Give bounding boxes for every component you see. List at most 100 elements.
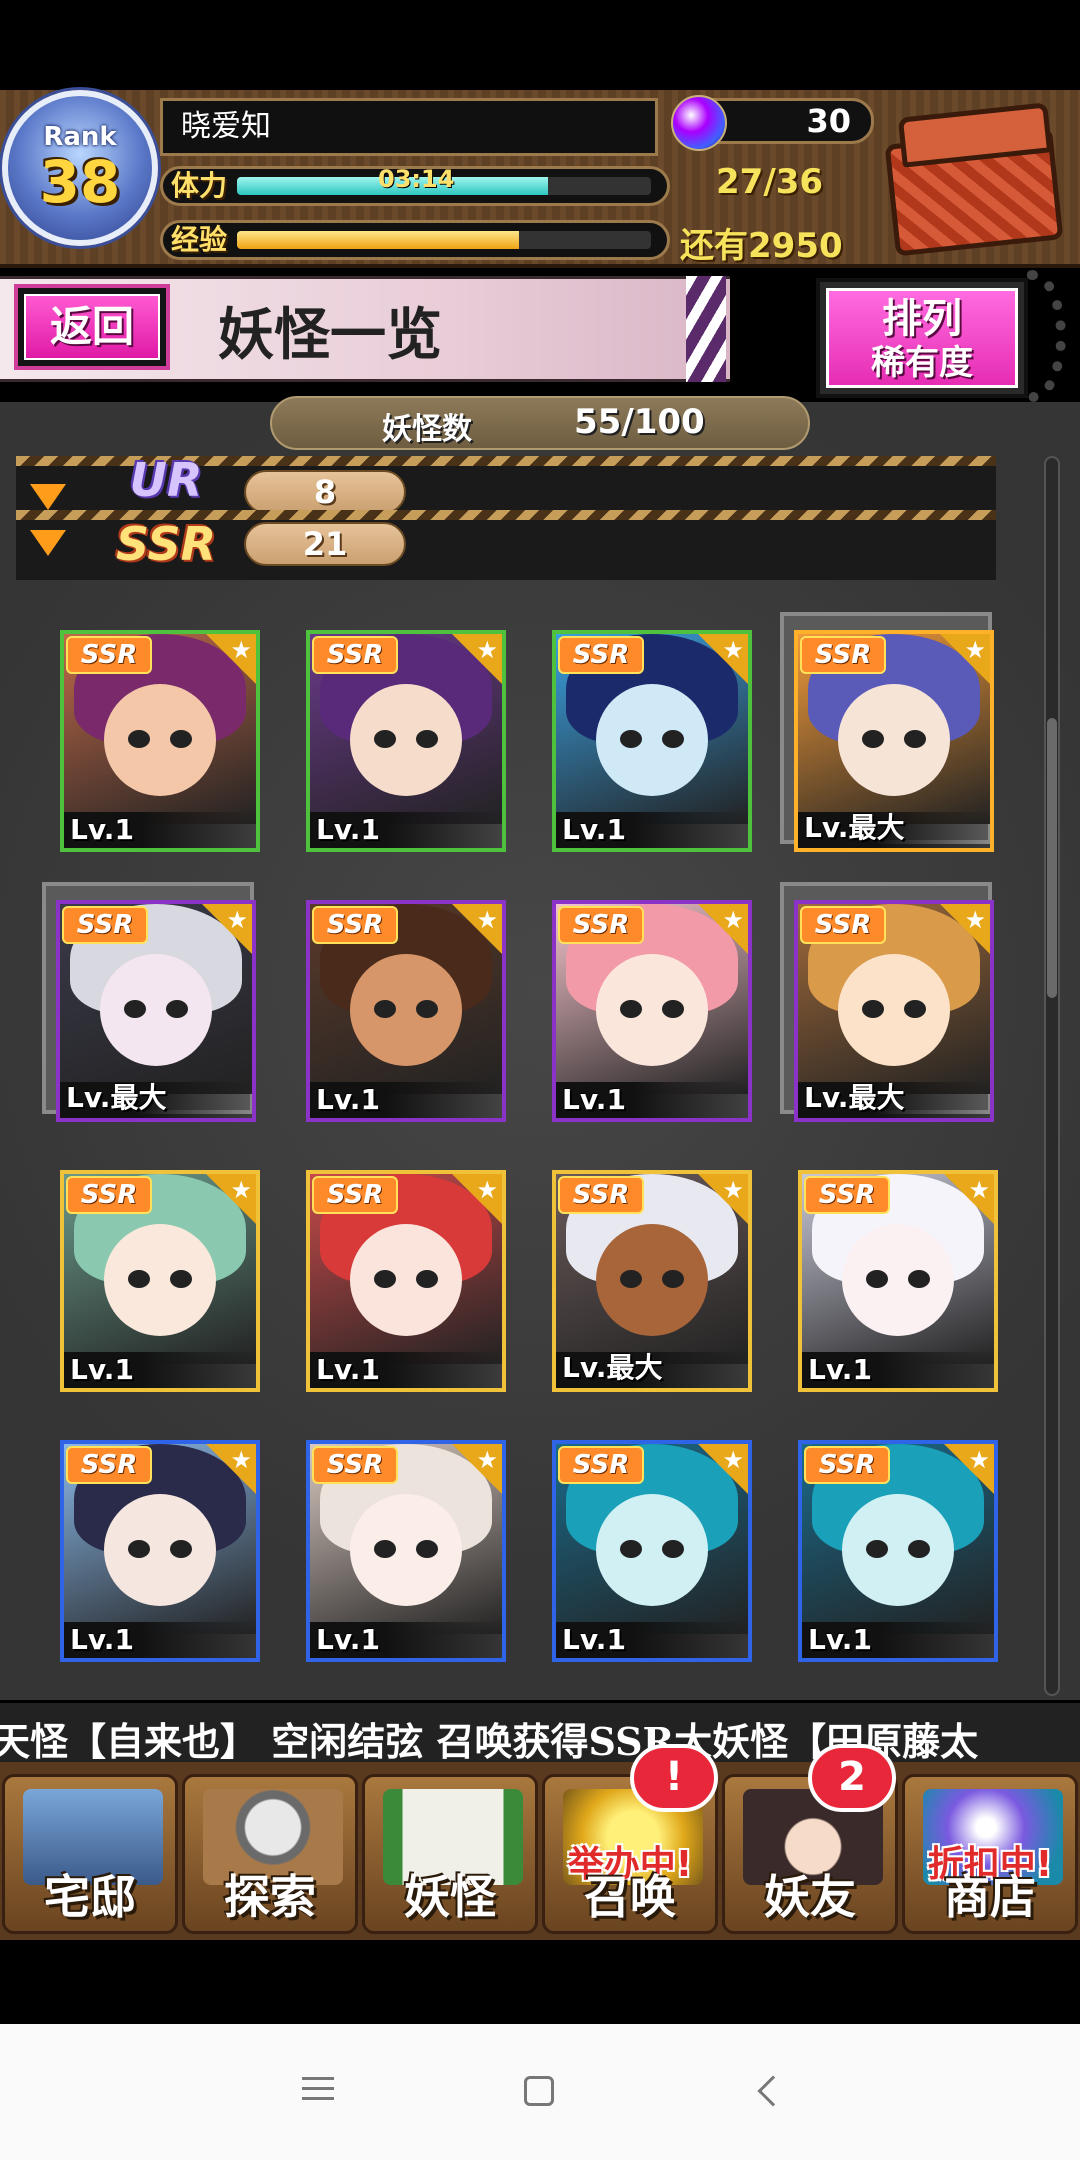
star-icon: ★ [964,906,986,934]
stamina-count: 27/36 [716,162,824,202]
sort-button[interactable]: 排列 稀有度 [816,278,1028,398]
level-label: Lv.1 [562,813,626,846]
rarity-badge: SSR [312,636,398,674]
rarity-badge: SSR [312,1176,398,1214]
yokai-card[interactable]: SSR ★ Lv.最大 [780,882,994,1122]
menu-icon[interactable] [302,2070,346,2114]
back-chevron-icon[interactable] [748,2070,792,2114]
card-face: SSR ★ Lv.1 [798,1440,998,1662]
star-icon: ★ [722,906,744,934]
card-face: SSR ★ Lv.最大 [56,900,256,1122]
expand-arrow-icon[interactable] [30,484,66,510]
star-icon: ★ [476,906,498,934]
rarity-row-ssr[interactable]: SSR 21 [16,510,996,571]
star-icon: ★ [968,1446,990,1474]
treasure-chest-icon[interactable] [880,96,1070,257]
star-icon: ★ [964,636,986,664]
level-label: Lv.1 [562,1083,626,1116]
nav-label: 宅邸 [44,1870,136,1924]
back-button[interactable]: 返回 [14,284,170,370]
crystal-orb-icon [671,95,727,151]
level-label: Lv.最大 [804,1081,905,1114]
yokai-card[interactable]: SSR ★ Lv.1 [292,1422,506,1662]
rarity-badge: SSR [66,636,152,674]
rarity-count-ssr: 21 [244,522,406,566]
star-icon: ★ [722,1446,744,1474]
rarity-badge: SSR [558,1176,644,1214]
level-label: Lv.最大 [562,1351,663,1384]
card-face: SSR ★ Lv.1 [798,1170,998,1392]
rarity-badge: SSR [800,906,886,944]
exp-label: 经验 [171,223,228,256]
rarity-count-ur: 8 [244,470,406,514]
gem-count: 30 [806,102,851,140]
level-label: Lv.1 [316,1083,380,1116]
nav-item-shop[interactable]: 折扣中! 商店 [902,1774,1078,1934]
star-icon: ★ [722,636,744,664]
nav-item-yokai[interactable]: 妖怪 [362,1774,538,1934]
rarity-badge: SSR [312,1446,398,1484]
exp-fill [237,231,519,249]
rarity-row-ur[interactable]: UR 8 [16,453,996,514]
notification-badge: 2 [808,1744,896,1812]
notification-badge: ! [630,1744,718,1812]
yokai-card[interactable]: SSR ★ Lv.1 [538,612,752,852]
card-face: SSR ★ Lv.最大 [552,1170,752,1392]
rank-number: 38 [39,148,121,216]
card-face: SSR ★ Lv.1 [306,1440,506,1662]
yokai-card[interactable]: SSR ★ Lv.最大 [780,612,994,852]
level-label: Lv.1 [808,1623,872,1656]
scrollbar-thumb[interactable] [1047,718,1057,998]
card-face: SSR ★ Lv.最大 [794,900,994,1122]
count-label: 妖怪数 [382,412,472,447]
rarity-badge: SSR [312,906,398,944]
yokai-card[interactable]: SSR ★ Lv.1 [784,1422,998,1662]
level-label: Lv.1 [70,1353,134,1386]
card-face: SSR ★ Lv.1 [306,900,506,1122]
yokai-card[interactable]: SSR ★ Lv.1 [46,1422,260,1662]
nav-item-explore[interactable]: 探索 [182,1774,358,1934]
rarity-badge: SSR [558,906,644,944]
rarity-badge: SSR [62,906,148,944]
gem-counter[interactable]: 30 [671,95,874,151]
title-stripe-decoration [686,276,726,382]
card-face: SSR ★ Lv.1 [60,630,260,852]
yokai-card[interactable]: SSR ★ Lv.1 [784,1152,998,1392]
yokai-card[interactable]: SSR ★ Lv.最大 [42,882,256,1122]
nav-item-mansion[interactable]: 宅邸 [2,1774,178,1934]
level-label: Lv.1 [70,1623,134,1656]
rarity-badge: SSR [804,1446,890,1484]
stamina-label: 体力 [171,169,228,202]
rarity-label-ur: UR [129,453,203,507]
stamina-timer: 03:14 [378,166,455,193]
rarity-badge: SSR [66,1446,152,1484]
yokai-card[interactable]: SSR ★ Lv.1 [292,882,506,1122]
yokai-card[interactable]: SSR ★ Lv.1 [538,882,752,1122]
card-face: SSR ★ Lv.1 [306,1170,506,1392]
yokai-card[interactable]: SSR ★ Lv.1 [46,1152,260,1392]
scrollbar[interactable] [1044,456,1060,1696]
rarity-badge: SSR [558,1446,644,1484]
yokai-card[interactable]: SSR ★ Lv.1 [46,612,260,852]
home-square-icon[interactable] [518,2070,562,2114]
rarity-badge: SSR [804,1176,890,1214]
news-ticker: 天怪【自来也】 空闲结弦 召唤获得SSR大妖怪【田原藤太 [0,1700,1080,1762]
level-label: Lv.最大 [804,811,905,844]
sort-title: 排列 [882,296,962,342]
yokai-card[interactable]: SSR ★ Lv.1 [292,612,506,852]
yokai-card[interactable]: SSR ★ Lv.1 [538,1422,752,1662]
nav-label: 商店 [944,1870,1036,1924]
yokai-card[interactable]: SSR ★ Lv.最大 [538,1152,752,1392]
rank-badge[interactable]: Rank 38 [2,90,158,246]
card-face: SSR ★ Lv.1 [306,630,506,852]
yokai-card[interactable]: SSR ★ Lv.1 [292,1152,506,1392]
star-icon: ★ [230,1446,252,1474]
player-name: 晓爱知 [160,98,658,156]
rarity-panel: UR 8 SSR 21 [16,453,996,580]
rarity-badge: SSR [558,636,644,674]
expand-arrow-icon[interactable] [30,530,66,556]
star-icon: ★ [476,636,498,664]
rarity-label-ssr: SSR [115,517,217,571]
level-label: Lv.1 [316,813,380,846]
stamina-bar: 体力 03:14 [160,166,670,206]
